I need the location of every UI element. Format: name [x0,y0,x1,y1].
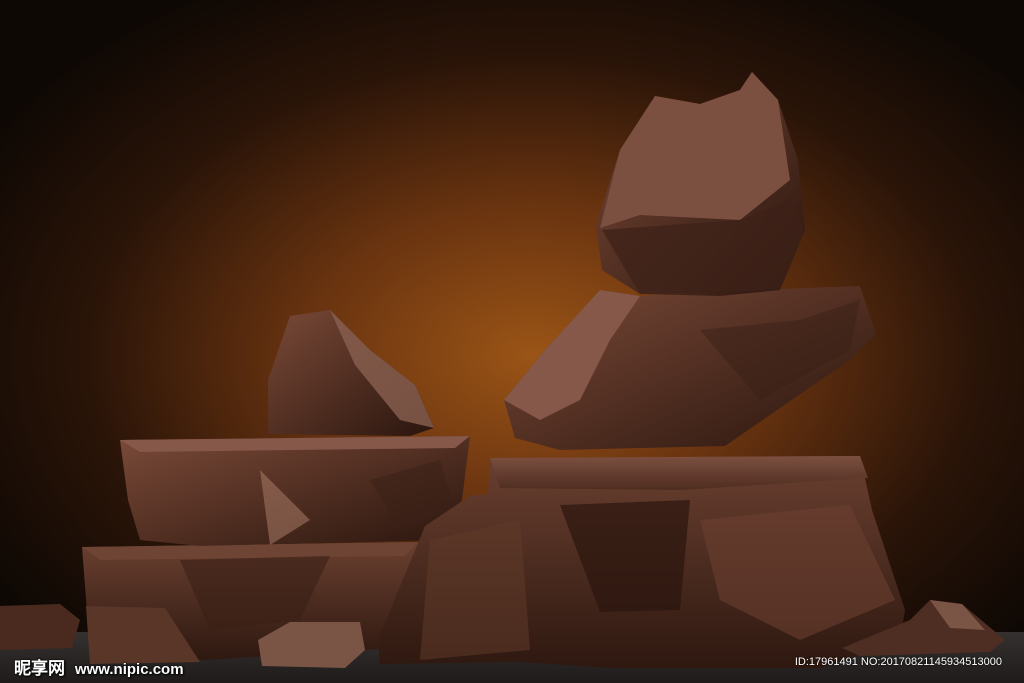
watermark-logo-text: 昵享网 [14,659,65,679]
watermark-url: www.nipic.com [74,661,184,678]
watermark-id: ID:17961491 NO:20170821145934513000 [794,656,1002,668]
chocolate-photo [0,0,1024,683]
watermark-logo: 昵享网 www.nipic.com [14,654,184,679]
chunk-left-middle [120,436,470,546]
